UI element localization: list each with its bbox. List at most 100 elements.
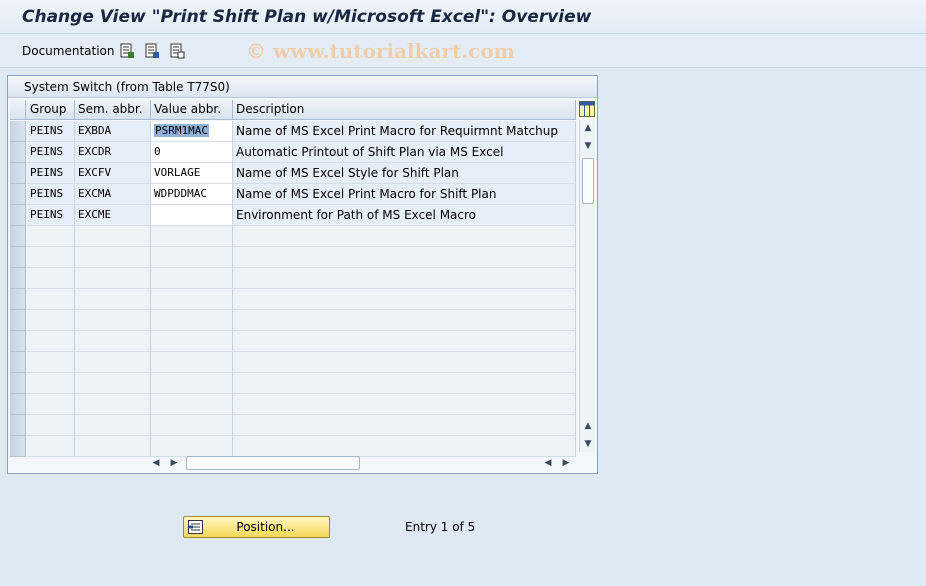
row-selector[interactable]	[10, 352, 26, 373]
panel-title: System Switch (from Table T77S0)	[24, 80, 230, 94]
sem-abbr-cell	[75, 373, 151, 394]
position-button[interactable]: Position...	[183, 516, 330, 538]
scroll-down-icon[interactable]: ▼	[582, 140, 594, 152]
value-abbr-input[interactable]: PSRM1MAC	[151, 121, 233, 142]
row-selector[interactable]	[10, 205, 26, 226]
horizontal-scroll-thumb[interactable]	[186, 456, 360, 470]
group-cell: PEINS	[27, 163, 75, 184]
group-cell: PEINS	[27, 184, 75, 205]
value-abbr-cell	[151, 310, 233, 331]
sem-abbr-cell: EXCDR	[75, 142, 151, 163]
sem-abbr-cell	[75, 436, 151, 457]
scroll-down-icon[interactable]: ▼	[582, 438, 594, 450]
row-selector[interactable]	[10, 163, 26, 184]
scroll-left-icon[interactable]: ◀	[150, 456, 162, 470]
select-all-rows-handle[interactable]	[10, 100, 26, 120]
description-cell	[233, 436, 576, 457]
row-selector[interactable]	[10, 394, 26, 415]
scroll-up-icon[interactable]: ▲	[582, 122, 594, 134]
sem-abbr-cell	[75, 289, 151, 310]
value-abbr-cell	[151, 268, 233, 289]
value-abbr-input[interactable]: WDPDDMAC	[151, 184, 233, 205]
scroll-right-icon[interactable]: ▶	[168, 456, 180, 470]
value-abbr-cell	[151, 373, 233, 394]
value-abbr-input[interactable]	[151, 205, 233, 226]
value-abbr-cell	[151, 331, 233, 352]
value-abbr-cell	[151, 415, 233, 436]
row-selector[interactable]	[10, 121, 26, 142]
table-settings-icon[interactable]	[579, 101, 595, 117]
scroll-up-icon[interactable]: ▲	[582, 420, 594, 432]
sem-abbr-cell	[75, 331, 151, 352]
description-cell	[233, 352, 576, 373]
description-cell	[233, 415, 576, 436]
row-selector[interactable]	[10, 310, 26, 331]
table-row: PEINS EXCMA WDPDDMAC Name of MS Excel Pr…	[10, 184, 576, 205]
sem-abbr-cell	[75, 352, 151, 373]
description-cell	[233, 226, 576, 247]
deselect-all-icon[interactable]	[169, 43, 185, 59]
table-row-empty	[10, 352, 576, 373]
sem-abbr-cell: EXCME	[75, 205, 151, 226]
value-abbr-cell	[151, 394, 233, 415]
horizontal-scrollbar[interactable]: ◀ ▶ ◀ ▶	[150, 455, 576, 471]
vertical-scroll-thumb[interactable]	[582, 158, 594, 204]
group-cell	[27, 352, 75, 373]
table-row-empty	[10, 289, 576, 310]
group-cell	[27, 310, 75, 331]
description-cell: Name of MS Excel Print Macro for Shift P…	[233, 184, 576, 205]
scroll-left-icon[interactable]: ◀	[542, 456, 554, 470]
scroll-right-icon[interactable]: ▶	[560, 456, 572, 470]
description-cell: Name of MS Excel Style for Shift Plan	[233, 163, 576, 184]
title-bar: Change View "Print Shift Plan w/Microsof…	[0, 0, 926, 34]
documentation-button[interactable]: Documentation	[22, 44, 115, 58]
description-cell: Environment for Path of MS Excel Macro	[233, 205, 576, 226]
watermark: © www.tutorialkart.com	[246, 39, 515, 63]
value-abbr-input[interactable]: 0	[151, 142, 233, 163]
table-row-empty	[10, 331, 576, 352]
sem-abbr-cell	[75, 394, 151, 415]
table-row: PEINS EXCDR 0 Automatic Printout of Shif…	[10, 142, 576, 163]
group-cell	[27, 436, 75, 457]
select-all-icon[interactable]	[144, 43, 160, 59]
description-cell	[233, 373, 576, 394]
row-selector[interactable]	[10, 415, 26, 436]
column-header-sem-abbr[interactable]: Sem. abbr.	[75, 100, 151, 120]
row-selector[interactable]	[10, 436, 26, 457]
row-selector[interactable]	[10, 289, 26, 310]
table-header: Group Sem. abbr. Value abbr. Description	[10, 100, 576, 120]
value-abbr-cell	[151, 289, 233, 310]
row-selector[interactable]	[10, 331, 26, 352]
column-header-description[interactable]: Description	[233, 100, 576, 120]
description-cell	[233, 289, 576, 310]
table-row-empty	[10, 310, 576, 331]
description-cell: Name of MS Excel Print Macro for Requirm…	[233, 121, 576, 142]
sem-abbr-cell	[75, 415, 151, 436]
group-cell	[27, 289, 75, 310]
description-cell	[233, 310, 576, 331]
description-cell	[233, 331, 576, 352]
vertical-scrollbar[interactable]: ▲ ▼ ▲ ▼	[579, 120, 595, 452]
table-row-empty	[10, 226, 576, 247]
row-selector[interactable]	[10, 373, 26, 394]
row-selector[interactable]	[10, 268, 26, 289]
sem-abbr-cell: EXCFV	[75, 163, 151, 184]
details-icon[interactable]	[119, 43, 135, 59]
description-cell	[233, 394, 576, 415]
row-selector[interactable]	[10, 226, 26, 247]
value-abbr-cell	[151, 226, 233, 247]
group-cell: PEINS	[27, 121, 75, 142]
group-cell	[27, 331, 75, 352]
description-cell	[233, 268, 576, 289]
group-cell: PEINS	[27, 142, 75, 163]
application-toolbar: Documentation © www.tutorialkart.com	[0, 35, 926, 68]
table-row-empty	[10, 436, 576, 457]
value-abbr-input[interactable]: VORLAGE	[151, 163, 233, 184]
row-selector[interactable]	[10, 247, 26, 268]
panel-header: System Switch (from Table T77S0)	[8, 76, 597, 98]
column-header-value-abbr[interactable]: Value abbr.	[151, 100, 233, 120]
entry-counter: Entry 1 of 5	[405, 520, 476, 534]
row-selector[interactable]	[10, 142, 26, 163]
column-header-group[interactable]: Group	[27, 100, 75, 120]
row-selector[interactable]	[10, 184, 26, 205]
